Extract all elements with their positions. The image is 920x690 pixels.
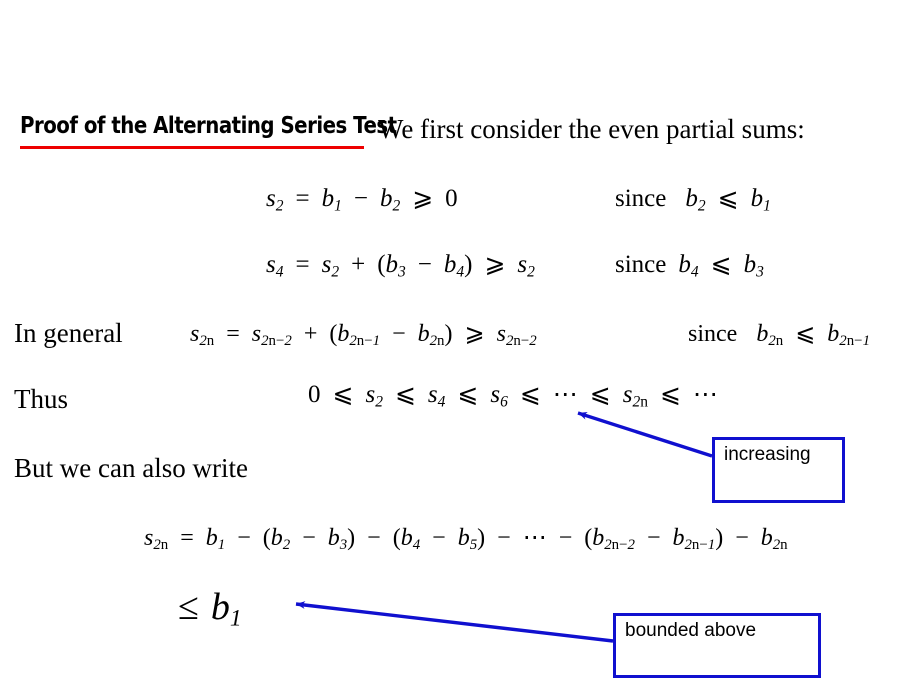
- callout-bounded-above[interactable]: bounded above: [613, 613, 821, 678]
- in-general-label: In general: [14, 318, 123, 348]
- callout-increasing-label: increasing: [724, 444, 811, 465]
- intro-sentence: We first consider the even partial sums:: [378, 114, 805, 144]
- equation-s4-justification: since b4 ⩽ b3: [615, 251, 764, 281]
- equation-final-bound: ≤ b1: [178, 586, 242, 632]
- slide-canvas: Proof of the Alternating Series Test We …: [0, 0, 920, 690]
- arrow-bounded-above: [295, 601, 614, 643]
- equation-s2n-justification: since b2n ⩽ b2n−1: [688, 321, 870, 350]
- but-also-write-label: But we can also write: [14, 453, 248, 483]
- equation-inequality-chain: 0 ⩽ s2 ⩽ s4 ⩽ s6 ⩽ ⋯ ⩽ s2n ⩽ ⋯: [308, 381, 718, 411]
- title-underline: [20, 146, 364, 149]
- equation-s2: s2 = b1− b2 ⩾ 0: [266, 185, 458, 215]
- slide-title-block: Proof of the Alternating Series Test: [20, 112, 397, 149]
- thus-label: Thus: [14, 384, 68, 414]
- equation-s4: s4 = s2 + (b3− b4) ⩾ s2: [266, 251, 535, 281]
- page-title: Proof of the Alternating Series Test: [20, 113, 397, 139]
- equation-s2-justification: since b2 ⩽ b1: [615, 185, 771, 215]
- equation-s2n-recursive: s2n = s2n−2 + (b2n−1− b2n) ⩾ s2n−2: [190, 321, 537, 350]
- callout-bounded-above-label: bounded above: [625, 620, 757, 641]
- callout-increasing[interactable]: increasing: [712, 437, 845, 503]
- equation-s2n-expanded: s2n = b1− (b2− b3) − (b4− b5) − ⋯ − (b2n−2− b2n−1) − b…: [144, 525, 788, 554]
- arrow-increasing: [577, 411, 713, 458]
